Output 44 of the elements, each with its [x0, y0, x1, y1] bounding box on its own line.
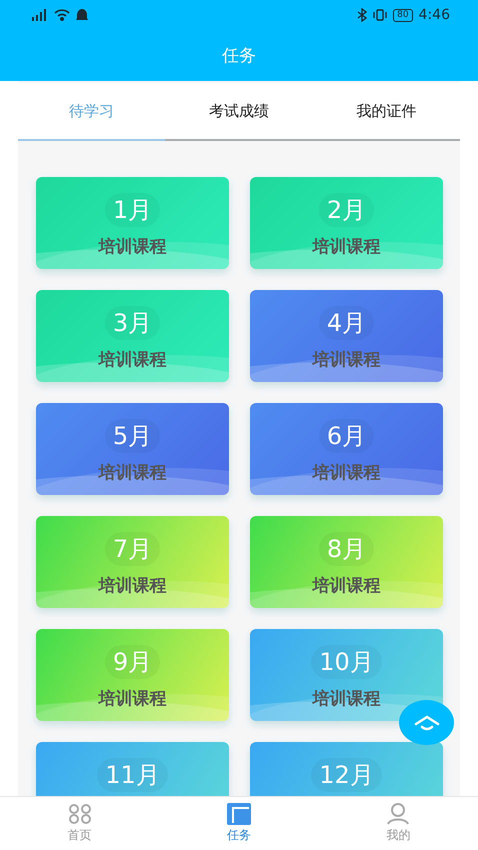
month-label: 3月 [104, 306, 160, 340]
month-card[interactable]: 8月 培训课程 [250, 516, 443, 608]
month-label: 6月 [318, 419, 374, 453]
month-card[interactable]: 7月 培训课程 [36, 516, 229, 608]
month-label: 8月 [318, 532, 374, 566]
month-label: 4月 [318, 306, 374, 340]
month-card[interactable]: 3月 培训课程 [36, 290, 229, 382]
month-label: 5月 [104, 419, 160, 453]
month-card[interactable]: 5月 培训课程 [36, 403, 229, 495]
user-icon [387, 803, 410, 825]
month-card[interactable]: 6月 培训课程 [250, 403, 443, 495]
vibrate-icon [373, 9, 388, 21]
course-label: 培训课程 [98, 236, 166, 258]
course-label: 培训课程 [98, 575, 166, 597]
month-card[interactable]: 10月 培训课程 [250, 629, 443, 721]
month-card[interactable]: 1月 培训课程 [36, 177, 229, 269]
course-label: 培训课程 [98, 462, 166, 484]
month-card[interactable]: 4月 培训课程 [250, 290, 443, 382]
page-title: 任务 [222, 45, 256, 67]
grid-icon [68, 803, 92, 825]
course-label: 培训课程 [312, 349, 380, 371]
month-label: 10月 [311, 645, 382, 679]
month-label: 9月 [104, 645, 160, 679]
month-label: 2月 [318, 193, 374, 227]
month-card[interactable]: 2月 培训课程 [250, 177, 443, 269]
course-label: 培训课程 [312, 236, 380, 258]
bell-icon [76, 8, 88, 22]
course-label: 培训课程 [312, 462, 380, 484]
bluetooth-icon [357, 8, 368, 22]
chevron-up-icon [414, 714, 440, 730]
wifi-icon [54, 9, 70, 21]
month-label: 7月 [104, 532, 160, 566]
month-label: 11月 [97, 758, 168, 792]
course-label: 培训课程 [98, 688, 166, 710]
layout-icon [226, 803, 251, 825]
course-label: 培训课程 [312, 688, 380, 710]
course-label: 培训课程 [312, 575, 380, 597]
month-card[interactable]: 9月 培训课程 [36, 629, 229, 721]
month-label: 1月 [104, 193, 160, 227]
battery-level: 80 [393, 8, 413, 22]
course-label: 培训课程 [98, 349, 166, 371]
month-label: 12月 [311, 758, 382, 792]
signal-icon [30, 9, 48, 21]
status-time: 4:46 [418, 7, 450, 23]
